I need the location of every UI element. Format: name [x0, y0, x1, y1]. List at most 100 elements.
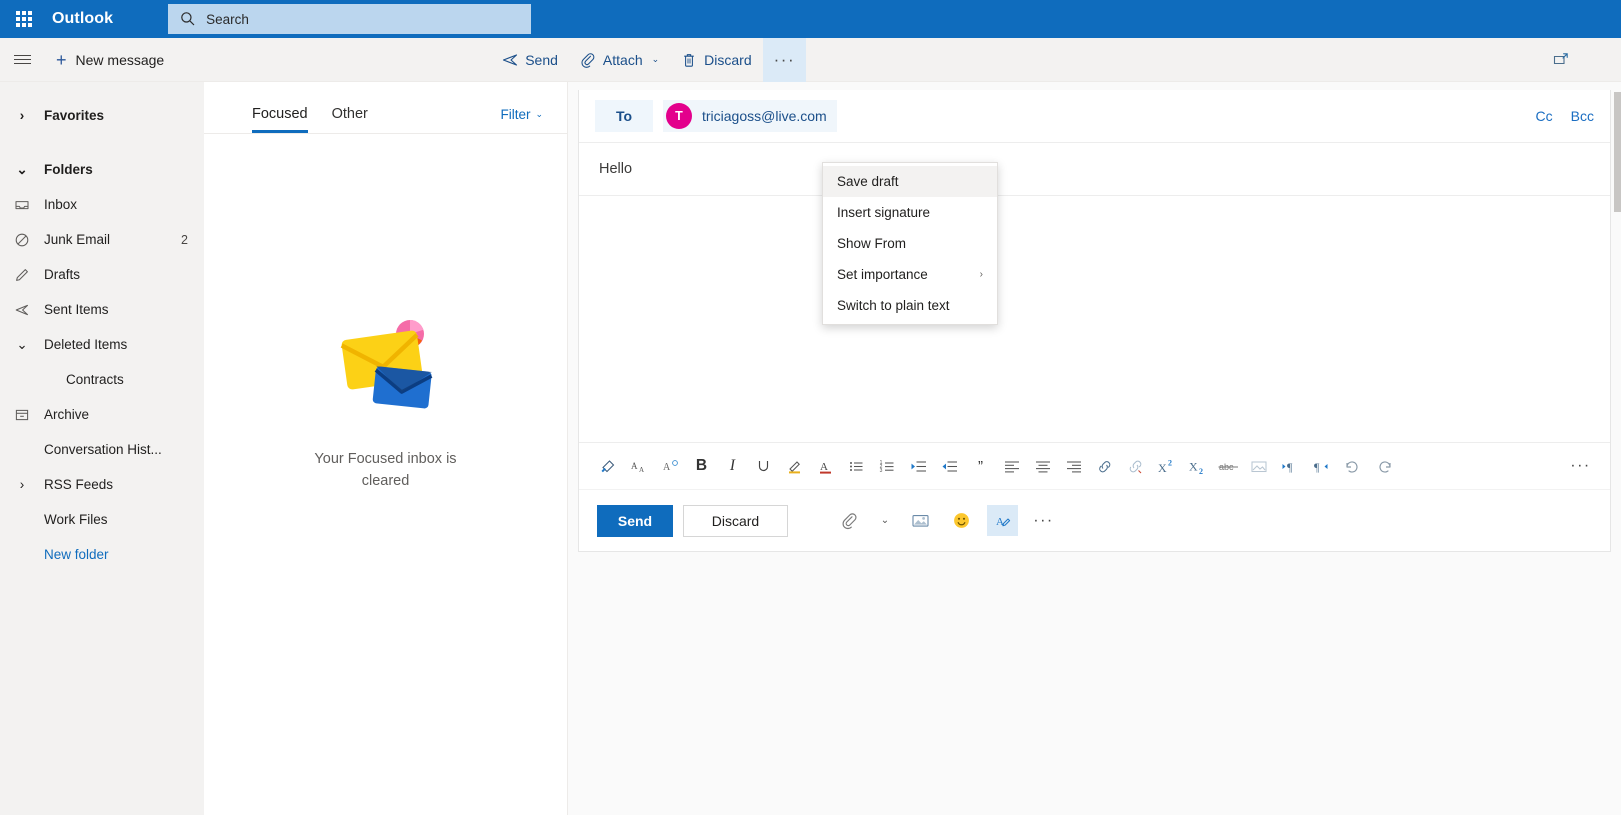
- popout-window-icon[interactable]: [1545, 44, 1577, 76]
- clear-formatting-button[interactable]: A: [655, 451, 686, 482]
- filter-button[interactable]: Filter ⌄: [500, 107, 543, 133]
- sidebar-item-work-files-label: Work Files: [44, 512, 108, 527]
- subscript-button[interactable]: X 2: [1182, 451, 1213, 482]
- menu-item-set-importance[interactable]: Set importance ›: [823, 259, 997, 290]
- tab-focused[interactable]: Focused: [252, 106, 308, 133]
- chevron-right-icon: ›: [979, 269, 983, 280]
- svg-text:X: X: [1158, 461, 1167, 475]
- rtl-direction-button[interactable]: ¶: [1306, 451, 1337, 482]
- sidebar-item-drafts[interactable]: Drafts: [0, 257, 204, 292]
- strikethrough-button[interactable]: abc: [1213, 451, 1244, 482]
- sidebar-group-favorites[interactable]: › Favorites: [0, 98, 204, 133]
- sidebar-item-contracts-label: Contracts: [66, 372, 124, 387]
- recipient-chip[interactable]: T triciagoss@live.com: [663, 100, 837, 132]
- sidebar-item-sent-items[interactable]: Sent Items: [0, 292, 204, 327]
- bcc-button[interactable]: Bcc: [1571, 108, 1594, 124]
- search-input[interactable]: Search: [168, 4, 532, 34]
- cc-button[interactable]: Cc: [1536, 108, 1553, 124]
- hamburger-menu-icon[interactable]: [0, 38, 44, 82]
- sidebar-item-junk-email[interactable]: Junk Email 2: [0, 222, 204, 257]
- svg-text:A: A: [663, 462, 671, 473]
- numbered-list-button[interactable]: 1 2 3: [872, 451, 903, 482]
- to-field-label[interactable]: To: [595, 100, 653, 132]
- subject-field-row[interactable]: Hello: [579, 143, 1610, 196]
- more-commands-button[interactable]: ···: [762, 37, 807, 82]
- discard-command-label: Discard: [704, 51, 752, 68]
- svg-text:¶: ¶: [1287, 460, 1293, 474]
- menu-item-show-from-label: Show From: [837, 236, 907, 251]
- sidebar-item-conversation-history[interactable]: Conversation Hist...: [0, 432, 204, 467]
- menu-item-save-draft[interactable]: Save draft: [823, 166, 997, 197]
- align-left-button[interactable]: [996, 451, 1027, 482]
- decrease-indent-button[interactable]: [903, 451, 934, 482]
- message-list-tabs: Focused Other Filter ⌄: [204, 82, 567, 134]
- sidebar-item-archive[interactable]: Archive: [0, 397, 204, 432]
- svg-text:A: A: [631, 461, 638, 471]
- redo-button[interactable]: [1368, 451, 1399, 482]
- quote-button[interactable]: ”: [965, 451, 996, 482]
- attach-file-button[interactable]: [834, 505, 865, 536]
- underline-button[interactable]: [748, 451, 779, 482]
- attach-command[interactable]: Attach ⌄: [569, 38, 670, 82]
- undo-button[interactable]: [1337, 451, 1368, 482]
- sidebar-item-inbox-label: Inbox: [44, 197, 78, 212]
- font-color-button[interactable]: A: [810, 451, 841, 482]
- signature-button[interactable]: A: [987, 505, 1018, 536]
- italic-button[interactable]: I: [717, 451, 748, 482]
- chevron-right-icon: ›: [19, 477, 25, 492]
- bold-button[interactable]: B: [686, 451, 717, 482]
- sidebar-item-deleted-items[interactable]: ⌄ Deleted Items: [0, 327, 204, 362]
- sidebar-group-folders[interactable]: ⌄ Folders: [0, 152, 204, 187]
- bulleted-list-button[interactable]: [841, 451, 872, 482]
- plus-icon: +: [56, 49, 67, 70]
- attach-command-label: Attach: [602, 51, 643, 68]
- compose-card: To T triciagoss@live.com Cc Bcc Hello A …: [578, 90, 1611, 552]
- avatar: T: [666, 103, 692, 129]
- sidebar-item-work-files[interactable]: Work Files: [0, 502, 204, 537]
- chevron-down-icon: ⌄: [535, 109, 543, 119]
- insert-picture-inline-button[interactable]: [905, 505, 936, 536]
- tab-other[interactable]: Other: [332, 106, 368, 133]
- insert-link-button[interactable]: [1089, 451, 1120, 482]
- increase-indent-button[interactable]: [934, 451, 965, 482]
- more-options-button[interactable]: ···: [1028, 505, 1059, 536]
- discard-button[interactable]: Discard: [683, 504, 788, 537]
- more-formatting-button[interactable]: ···: [1565, 451, 1596, 482]
- discard-command[interactable]: Discard: [670, 38, 762, 82]
- app-grid-icon[interactable]: [0, 11, 48, 27]
- sidebar-item-rss-feeds[interactable]: › RSS Feeds: [0, 467, 204, 502]
- sent-arrow-icon: [0, 302, 44, 318]
- sidebar-item-inbox[interactable]: Inbox: [0, 187, 204, 222]
- ltr-direction-button[interactable]: ¶: [1275, 451, 1306, 482]
- send-command-label: Send: [525, 51, 558, 68]
- highlight-button[interactable]: [779, 451, 810, 482]
- sidebar-new-folder-label: New folder: [44, 547, 109, 562]
- remove-link-button[interactable]: [1120, 451, 1151, 482]
- menu-item-switch-to-plain-text[interactable]: Switch to plain text: [823, 290, 997, 321]
- sidebar-item-contracts[interactable]: Contracts: [0, 362, 204, 397]
- align-right-button[interactable]: [1058, 451, 1089, 482]
- sidebar-new-folder-link[interactable]: New folder: [0, 537, 204, 572]
- align-center-button[interactable]: [1027, 451, 1058, 482]
- insert-picture-button[interactable]: [1244, 451, 1275, 482]
- menu-item-show-from[interactable]: Show From: [823, 228, 997, 259]
- vertical-scrollbar[interactable]: [1614, 82, 1621, 815]
- attach-chevron-button[interactable]: ⌄: [875, 505, 895, 536]
- scrollbar-thumb[interactable]: [1614, 92, 1621, 212]
- sidebar-item-sent-items-label: Sent Items: [44, 302, 109, 317]
- superscript-button[interactable]: X 2: [1151, 451, 1182, 482]
- message-body-editor[interactable]: [579, 196, 1610, 442]
- sidebar: › Favorites ⌄ Folders Inbox Junk Email 2…: [0, 82, 204, 815]
- font-size-button[interactable]: A A: [624, 451, 655, 482]
- archive-icon: [0, 407, 44, 423]
- send-button[interactable]: Send: [597, 504, 673, 537]
- send-command[interactable]: Send: [491, 38, 569, 82]
- format-painter-button[interactable]: [593, 451, 624, 482]
- new-message-button[interactable]: + New message: [44, 38, 176, 82]
- app-header: Outlook Search: [0, 0, 1621, 38]
- formatting-toolbar: A A A B I A 1 2 3 ” X 2 X 2 abc ¶ ¶ ···: [579, 442, 1610, 489]
- emoji-button[interactable]: [946, 505, 977, 536]
- menu-item-insert-signature[interactable]: Insert signature: [823, 197, 997, 228]
- more-commands-context-menu: Save draft Insert signature Show From Se…: [822, 162, 998, 325]
